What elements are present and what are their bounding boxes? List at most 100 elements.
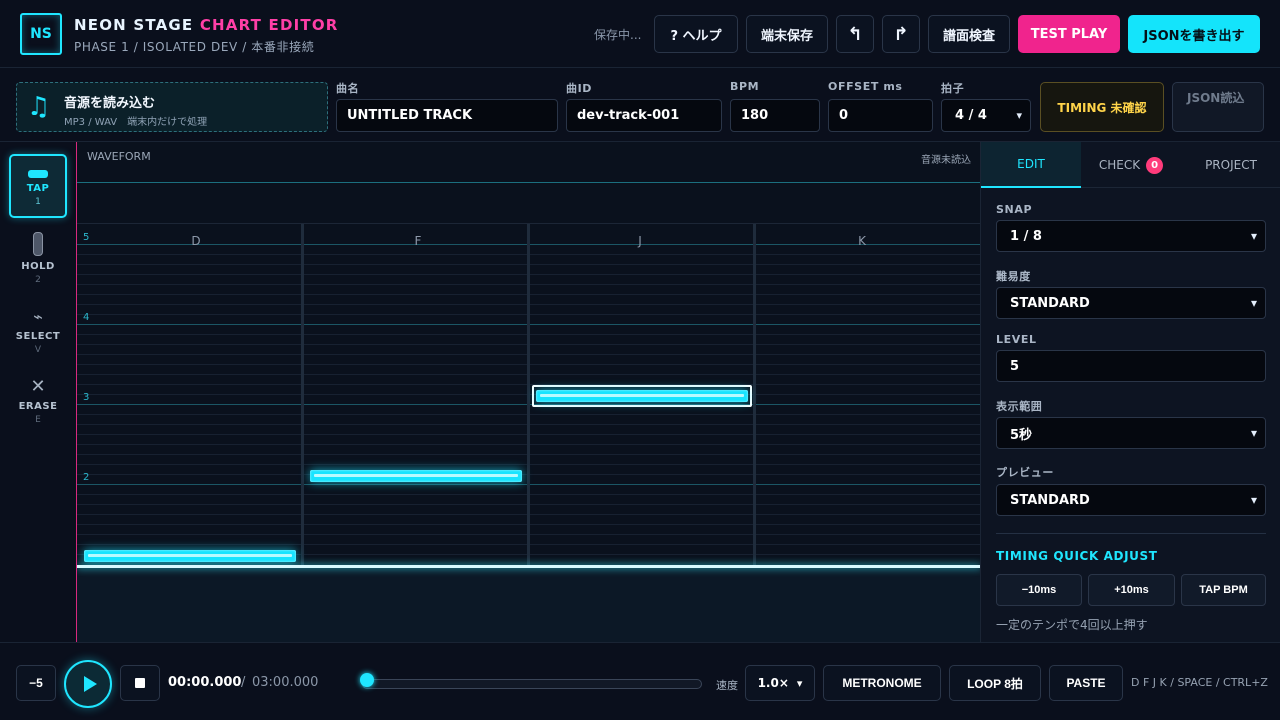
music-note-icon: ♫: [27, 92, 51, 122]
speed-label: 速度: [716, 679, 738, 692]
tab-check[interactable]: CHECK 0: [1081, 142, 1181, 188]
stop-button[interactable]: [120, 665, 160, 701]
json-load-button[interactable]: JSON読込: [1172, 82, 1264, 132]
tool-hold[interactable]: HOLD 2: [9, 228, 67, 292]
settings-panel: EDIT CHECK 0 PROJECT SNAP 1 / 8 ▾ 難易度 ST…: [980, 142, 1280, 642]
audio-load-dropzone[interactable]: ♫ 音源を読み込む MP3 / WAV 端末内だけで処理: [16, 82, 328, 132]
app-title-accent: CHART EDITOR: [199, 16, 339, 34]
redo-button[interactable]: ↱: [882, 15, 920, 53]
tool-hold-label: HOLD: [21, 261, 55, 272]
keyboard-shortcuts-hint: D F J K / SPACE / CTRL+Z: [1131, 676, 1268, 689]
lane-label-f: F: [414, 234, 422, 248]
speed-select[interactable]: 1.0× ▾: [745, 665, 815, 701]
tool-erase-label: ERASE: [18, 401, 58, 412]
tab-project[interactable]: PROJECT: [1181, 142, 1280, 188]
paste-button[interactable]: PASTE: [1049, 665, 1123, 701]
tap-note[interactable]: [84, 550, 296, 562]
minus-10ms-button[interactable]: −10ms: [996, 574, 1082, 606]
rewind-5-button[interactable]: −5: [16, 665, 56, 701]
offset-label: OFFSET ms: [828, 80, 903, 93]
hold-icon: [33, 232, 43, 256]
beat-number: 4: [83, 312, 90, 323]
track-settings-bar: ♫ 音源を読み込む MP3 / WAV 端末内だけで処理 曲名 UNTITLED…: [0, 68, 1280, 142]
total-time: 03:00.000: [252, 675, 319, 690]
timing-status-badge[interactable]: TIMING 未確認: [1040, 82, 1164, 132]
song-id-input[interactable]: dev-track-001: [566, 99, 722, 132]
tap-bpm-hint: 一定のテンポで4回以上押す: [996, 618, 1148, 632]
test-play-button[interactable]: TEST PLAY: [1018, 15, 1120, 53]
panel-tabs: EDIT CHECK 0 PROJECT: [981, 142, 1280, 188]
tab-edit[interactable]: EDIT: [981, 142, 1081, 188]
loop-button[interactable]: LOOP 8拍: [949, 665, 1041, 701]
waveform-status: 音源未読込: [921, 155, 971, 166]
chevron-down-icon: ▾: [1250, 493, 1257, 507]
seek-bar[interactable]: [362, 679, 702, 689]
difficulty-select[interactable]: STANDARD ▾: [996, 287, 1266, 319]
display-range-label: 表示範囲: [996, 400, 1043, 413]
transport-bar: −5 00:00.000 / 03:00.000 速度 1.0× ▾ METRO…: [0, 642, 1280, 720]
tab-check-label: CHECK: [1098, 158, 1141, 172]
song-id-label: 曲ID: [566, 82, 593, 95]
tap-note-selected[interactable]: [536, 390, 748, 402]
chevron-down-icon: ▾: [796, 676, 803, 690]
meter-select[interactable]: 4 / 4 ▾: [941, 99, 1031, 132]
erase-icon: ✕: [30, 376, 46, 397]
tool-erase[interactable]: ✕ ERASE E: [9, 372, 67, 436]
tool-select-key: V: [34, 345, 42, 355]
tool-erase-key: E: [35, 415, 41, 425]
difficulty-select-value: STANDARD: [1010, 295, 1090, 311]
speed-select-value: 1.0×: [757, 676, 789, 690]
tap-bpm-button[interactable]: TAP BPM: [1181, 574, 1266, 606]
play-button[interactable]: [64, 660, 112, 708]
panel-divider: [996, 533, 1266, 534]
waveform-baseline: [77, 182, 981, 183]
plus-10ms-button[interactable]: +10ms: [1088, 574, 1175, 606]
app-logo: NS: [20, 13, 62, 55]
export-json-button[interactable]: JSONを書き出す: [1128, 15, 1260, 53]
waveform-area: WAVEFORM 音源未読込: [77, 142, 981, 224]
chevron-down-icon: ▾: [1250, 229, 1257, 243]
app-title: NEON STAGE CHART EDITOR: [74, 16, 339, 34]
snap-label: SNAP: [996, 203, 1033, 216]
save-status: 保存中...: [594, 28, 642, 42]
offset-input[interactable]: 0: [828, 99, 933, 132]
preview-select[interactable]: STANDARD ▾: [996, 484, 1266, 516]
judgement-area: [77, 568, 981, 642]
lane-label-j: J: [638, 234, 642, 248]
beat-number: 3: [83, 392, 90, 403]
chevron-down-icon: ▾: [1250, 426, 1257, 440]
level-input[interactable]: 5: [996, 350, 1266, 382]
chart-inspect-button[interactable]: 譜面検査: [928, 15, 1010, 53]
snap-select-value: 1 / 8: [1010, 228, 1042, 244]
note-lanes[interactable]: 5 4 3 2 D F J K: [77, 224, 981, 642]
preview-label: プレビュー: [996, 466, 1054, 479]
seek-handle[interactable]: [360, 673, 374, 687]
chart-editor: WAVEFORM 音源未読込 5 4 3 2 D F J K: [76, 142, 981, 642]
tap-note[interactable]: [310, 470, 522, 482]
bpm-input[interactable]: 180: [730, 99, 820, 132]
help-button[interactable]: ? ヘルプ: [654, 15, 738, 53]
level-label: LEVEL: [996, 333, 1037, 346]
tool-tap[interactable]: TAP 1: [9, 154, 67, 218]
judgement-line: [77, 565, 981, 568]
chevron-down-icon: ▾: [1016, 109, 1022, 122]
beat-number: 5: [83, 232, 90, 243]
display-range-value: 5秒: [1010, 427, 1033, 443]
app-title-main: NEON STAGE: [74, 16, 194, 34]
check-count-badge: 0: [1146, 156, 1164, 174]
undo-icon: ↰: [847, 23, 863, 45]
current-time: 00:00.000: [168, 675, 242, 690]
app-subtitle: PHASE 1 / ISOLATED DEV / 本番非接続: [74, 40, 315, 54]
display-range-select[interactable]: 5秒 ▾: [996, 417, 1266, 449]
tool-select-label: SELECT: [15, 331, 61, 342]
undo-button[interactable]: ↰: [836, 15, 874, 53]
tool-select[interactable]: ⌁ SELECT V: [9, 302, 67, 366]
metronome-button[interactable]: METRONOME: [823, 665, 941, 701]
chevron-down-icon: ▾: [1250, 296, 1257, 310]
waveform-label: WAVEFORM: [87, 150, 151, 163]
song-name-input[interactable]: UNTITLED TRACK: [336, 99, 558, 132]
snap-select[interactable]: 1 / 8 ▾: [996, 220, 1266, 252]
timing-quick-adjust-title: TIMING QUICK ADJUST: [996, 549, 1158, 563]
redo-icon: ↱: [893, 23, 909, 45]
device-save-button[interactable]: 端末保存: [746, 15, 828, 53]
